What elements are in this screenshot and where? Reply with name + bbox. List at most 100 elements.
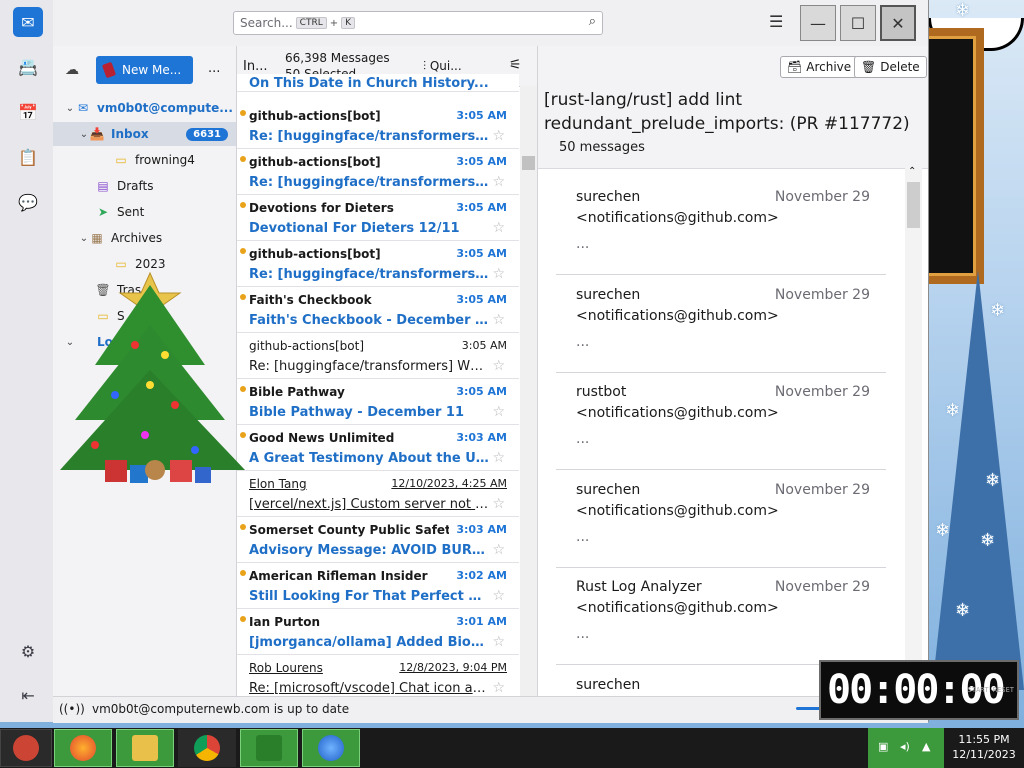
message-time: 3:05 AM bbox=[456, 155, 507, 168]
taskbar-chrome[interactable] bbox=[178, 729, 236, 767]
taskbar-clock[interactable]: 11:55 PM 12/11/2023 bbox=[944, 732, 1024, 762]
table-row[interactable]: Faith's Checkbook 3:05 AM Faith's Checkboo… bbox=[237, 288, 519, 333]
message-sender: Somerset County Public Safety bbox=[249, 523, 449, 537]
table-row[interactable]: Elon Tang 12/10/2023, 4:25 AM [vercel/next… bbox=[237, 472, 519, 517]
collapse-spaces-button[interactable]: ⇤ bbox=[13, 680, 43, 710]
star-icon[interactable]: ☆ bbox=[492, 220, 505, 236]
quick-filter-button[interactable]: ⫶ Qui... bbox=[423, 59, 462, 74]
chat-button[interactable]: 💬 bbox=[13, 187, 43, 217]
table-row[interactable]: Devotions for Dieters 3:05 AM Devotional F… bbox=[237, 196, 519, 241]
thread-title: [rust-lang/rust] add lint redundant_prel… bbox=[544, 90, 910, 134]
chevron-down-icon[interactable]: ⌄ bbox=[79, 129, 89, 140]
table-row[interactable]: github-actions[bot] 3:05 AM Re: [huggingfa… bbox=[237, 104, 519, 149]
star-icon[interactable]: ☆ bbox=[492, 266, 505, 282]
folder-drafts[interactable]: ▤ Drafts bbox=[53, 174, 236, 198]
thread-message-card[interactable]: surechen <notifications@github.com> Novemb… bbox=[556, 471, 886, 568]
tasks-button[interactable]: 📋 bbox=[13, 142, 43, 172]
taskbar-firefox[interactable] bbox=[54, 729, 112, 767]
message-time: 3:05 AM bbox=[456, 201, 507, 214]
message-date: November 29 bbox=[774, 481, 870, 498]
table-row[interactable]: Somerset County Public Safety 3:03 AM Advi… bbox=[237, 518, 519, 563]
start-button[interactable] bbox=[0, 729, 52, 767]
list-display-options-icon[interactable]: ⚟ bbox=[509, 57, 522, 73]
network-icon[interactable]: ▣ bbox=[878, 740, 888, 753]
scrollbar-thumb[interactable] bbox=[907, 182, 920, 228]
message-address: <notifications@github.com> bbox=[576, 405, 779, 421]
calendar-button[interactable]: 📅 bbox=[13, 97, 43, 127]
new-message-button[interactable]: New Me... bbox=[96, 56, 193, 84]
star-icon[interactable]: ☆ bbox=[492, 588, 505, 604]
star-icon[interactable]: ☆ bbox=[492, 404, 505, 420]
minimize-button[interactable]: — bbox=[800, 5, 836, 41]
maximize-button[interactable]: ☐ bbox=[840, 5, 876, 41]
taskbar-christmas-tree-app[interactable] bbox=[240, 729, 298, 767]
folder-sent[interactable]: ➤ Sent bbox=[53, 200, 236, 224]
star-icon[interactable]: ☆ bbox=[492, 128, 505, 144]
search-icon[interactable]: ⌕ bbox=[589, 14, 596, 29]
chrome-icon bbox=[194, 735, 220, 761]
list-item[interactable]: On This Date in Church History... bbox=[237, 74, 519, 92]
scrollbar-thumb[interactable] bbox=[522, 156, 535, 170]
table-row[interactable]: Bible Pathway 3:05 AM Bible Pathway - Dece… bbox=[237, 380, 519, 425]
get-messages-icon[interactable]: ☁ bbox=[65, 62, 79, 78]
table-row[interactable]: Ian Purton 3:01 AM [jmorganca/ollama] Adde… bbox=[237, 610, 519, 655]
chevron-down-icon[interactable]: ⌄ bbox=[79, 233, 89, 244]
search-input[interactable]: Search... CTRL + K ⌕ bbox=[233, 11, 603, 35]
stopwatch-widget[interactable]: 00:00:00 START RESET bbox=[819, 660, 1019, 720]
message-preview: ... bbox=[576, 236, 590, 252]
message-sender: github-actions[bot] bbox=[249, 109, 381, 123]
star-icon[interactable]: ☆ bbox=[492, 542, 505, 558]
star-icon[interactable]: ☆ bbox=[492, 358, 505, 374]
star-icon[interactable]: ☆ bbox=[492, 634, 505, 650]
thread-message-card[interactable]: Rust Log Analyzer <notifications@github.c… bbox=[556, 568, 886, 665]
reading-pane-scrollbar[interactable]: ⌃ bbox=[905, 166, 922, 696]
folder-inbox[interactable]: ⌄ 📥 Inbox 6631 bbox=[53, 122, 236, 146]
sent-icon: ➤ bbox=[97, 205, 109, 219]
message-address: <notifications@github.com> bbox=[576, 307, 779, 324]
star-icon[interactable]: ☆ bbox=[492, 174, 505, 190]
star-icon[interactable]: ☆ bbox=[492, 680, 505, 696]
title-bar: Search... CTRL + K ⌕ ☰ — ☐ ✕ bbox=[53, 0, 928, 46]
mail-space-button[interactable]: ✉ bbox=[13, 7, 43, 37]
table-row[interactable]: github-actions[bot] 3:05 AM Re: [huggingfa… bbox=[237, 150, 519, 195]
app-menu-icon[interactable]: ☰ bbox=[769, 12, 783, 31]
folder-pane-more-button[interactable]: ... bbox=[208, 61, 220, 76]
status-bar: ((•)) vm0b0t@computernewb.com is up to d… bbox=[53, 696, 928, 723]
thread-message-card[interactable]: rustbot <notifications@github.com> Novembe… bbox=[556, 373, 886, 470]
calendar-icon: 📅 bbox=[18, 102, 38, 122]
settings-button[interactable]: ⚙ bbox=[13, 636, 43, 666]
table-row[interactable]: Rob Lourens 12/8/2023, 9:04 PM Re: [micros… bbox=[237, 656, 519, 696]
table-row[interactable]: Good News Unlimited 3:03 AM A Great Testim… bbox=[237, 426, 519, 471]
stopwatch-controls-label[interactable]: START RESET bbox=[968, 686, 1014, 694]
unread-dot-icon bbox=[240, 110, 246, 116]
volume-icon[interactable]: ◂) bbox=[900, 740, 910, 753]
message-list-scrollbar[interactable] bbox=[520, 86, 537, 696]
folder-label: Sent bbox=[117, 205, 145, 219]
account-row[interactable]: ⌄ ✉ vm0b0t@compute... bbox=[53, 96, 236, 120]
taskbar-file-explorer[interactable] bbox=[116, 729, 174, 767]
gear-icon: ⚙ bbox=[20, 641, 36, 661]
address-book-button[interactable]: 📇 bbox=[13, 52, 43, 82]
firefox-icon bbox=[70, 735, 96, 761]
star-icon[interactable]: ☆ bbox=[492, 450, 505, 466]
thread-message-card[interactable]: surechen <notifications@github.com> Novemb… bbox=[556, 276, 886, 373]
taskbar-thunderbird[interactable] bbox=[302, 729, 360, 767]
unread-dot-icon bbox=[240, 248, 246, 254]
table-row[interactable]: github-actions[bot] 3:05 AM Re: [huggingfa… bbox=[237, 334, 519, 379]
table-row[interactable]: github-actions[bot] 3:05 AM Re: [huggingfa… bbox=[237, 242, 519, 287]
close-button[interactable]: ✕ bbox=[880, 5, 916, 41]
chevron-down-icon[interactable]: ⌄ bbox=[65, 103, 75, 114]
chat-icon: 💬 bbox=[18, 192, 38, 212]
folder-archives[interactable]: ⌄ ▦ Archives bbox=[53, 226, 236, 250]
thread-message-card[interactable]: surechen <notifications@github.com> Novemb… bbox=[556, 178, 886, 275]
tree-tray-icon[interactable]: ▲ bbox=[922, 740, 930, 753]
star-icon[interactable]: ☆ bbox=[492, 312, 505, 328]
folder-frowning4[interactable]: ▭ frowning4 bbox=[53, 148, 236, 172]
scroll-up-icon[interactable]: ⌃ bbox=[908, 166, 916, 177]
folder-label: frowning4 bbox=[135, 153, 195, 167]
system-tray: ▣ ◂) ▲ bbox=[868, 728, 944, 768]
table-row[interactable]: American Rifleman Insider 3:02 AM Still Lo… bbox=[237, 564, 519, 609]
delete-button[interactable]: 🗑 Delete bbox=[854, 56, 927, 78]
archive-button[interactable]: 🗃 Archive bbox=[780, 56, 859, 78]
star-icon[interactable]: ☆ bbox=[492, 496, 505, 512]
